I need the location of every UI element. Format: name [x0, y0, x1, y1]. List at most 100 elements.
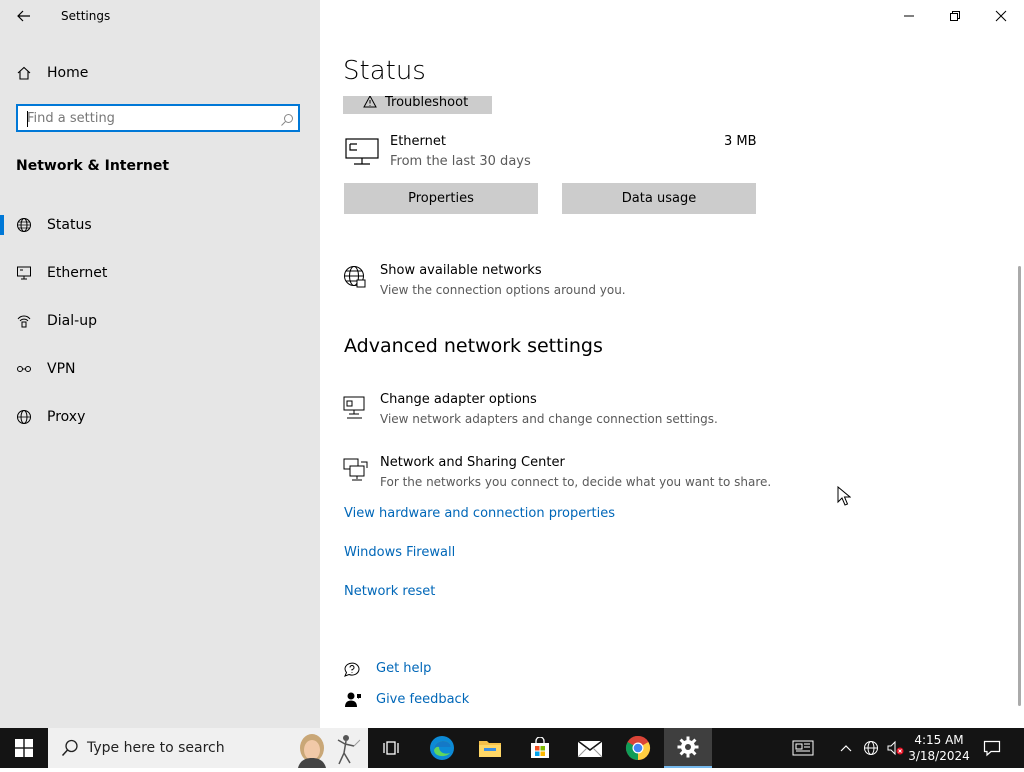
- window-title: Settings: [61, 9, 111, 23]
- mail-envelope-icon: [577, 740, 603, 758]
- clock-time: 4:15 AM: [914, 733, 964, 747]
- ethernet-name: Ethernet: [390, 134, 446, 149]
- view-hardware-link[interactable]: View hardware and connection properties: [344, 506, 615, 521]
- network-reset-link[interactable]: Network reset: [344, 584, 435, 599]
- dialup-icon: [16, 313, 32, 329]
- speaker-muted-icon: [887, 740, 904, 756]
- volume-tray-button[interactable]: [884, 728, 906, 768]
- edge-taskbar-button[interactable]: [420, 728, 464, 768]
- sidebar-item-label: Status: [47, 217, 92, 233]
- network-globe-icon: [343, 265, 367, 293]
- back-button[interactable]: [12, 6, 36, 26]
- get-help-link[interactable]: Get help: [376, 661, 431, 676]
- notification-icon: [983, 740, 1001, 757]
- news-icon: [792, 740, 814, 756]
- globe-icon: [16, 217, 32, 233]
- windows-firewall-link[interactable]: Windows Firewall: [344, 545, 455, 560]
- windows-logo-icon: [15, 739, 33, 757]
- chevron-up-icon: [840, 745, 852, 752]
- file-explorer-taskbar-button[interactable]: [468, 728, 512, 768]
- mouse-cursor-icon: [837, 485, 852, 510]
- properties-label: Properties: [408, 191, 474, 206]
- page-title: Status: [343, 56, 426, 86]
- chrome-taskbar-button[interactable]: [616, 728, 660, 768]
- ethernet-icon: [345, 136, 379, 170]
- store-bag-icon: [531, 737, 549, 758]
- change-adapter-subtitle: View network adapters and change connect…: [380, 412, 718, 426]
- taskbar-search-box[interactable]: Type here to search: [48, 728, 368, 768]
- find-setting-search[interactable]: [16, 104, 300, 132]
- network-globe-tray-icon: [864, 741, 878, 755]
- home-nav-item[interactable]: Home: [0, 53, 320, 93]
- advanced-settings-heading: Advanced network settings: [344, 335, 603, 357]
- sidebar-item-vpn[interactable]: VPN: [0, 349, 320, 389]
- restore-button[interactable]: [932, 0, 978, 32]
- data-usage-label: Data usage: [621, 191, 697, 206]
- change-adapter-title: Change adapter options: [380, 392, 537, 407]
- ethernet-icon: [16, 265, 32, 281]
- sidebar-item-label: Dial-up: [47, 313, 97, 329]
- sidebar-item-status[interactable]: Status: [0, 205, 320, 245]
- task-view-icon: [383, 741, 399, 755]
- troubleshoot-label: Troubleshoot: [385, 96, 469, 110]
- adapter-monitor-icon: [343, 395, 367, 423]
- gear-icon: [677, 736, 699, 758]
- minimize-button[interactable]: [886, 0, 932, 32]
- start-button[interactable]: [0, 728, 48, 768]
- chrome-browser-icon: [625, 735, 651, 760]
- minimize-icon: [904, 15, 914, 17]
- edge-browser-icon: [430, 736, 454, 760]
- mail-taskbar-button[interactable]: [568, 728, 612, 768]
- properties-button[interactable]: Properties: [344, 183, 538, 214]
- news-widget-button[interactable]: [786, 728, 820, 768]
- search-highlight-illustration: [294, 728, 366, 768]
- clock-date: 3/18/2024: [908, 749, 970, 763]
- search-icon[interactable]: [280, 112, 294, 131]
- feedback-person-icon: [344, 691, 362, 713]
- sharing-center-subtitle: For the networks you connect to, decide …: [380, 475, 772, 489]
- vpn-icon: [16, 361, 32, 377]
- sharing-center-icon: [343, 458, 369, 486]
- main-scrollbar[interactable]: [1018, 266, 1021, 706]
- search-icon: [61, 739, 79, 757]
- sidebar-item-label: Ethernet: [47, 265, 108, 281]
- store-taskbar-button[interactable]: [518, 728, 562, 768]
- show-available-networks-item[interactable]: Show available networks View the connect…: [343, 263, 783, 300]
- action-center-button[interactable]: [976, 728, 1008, 768]
- back-arrow-icon: [17, 10, 30, 22]
- show-networks-subtitle: View the connection options around you.: [380, 283, 626, 297]
- troubleshoot-button[interactable]: Troubleshoot: [343, 96, 492, 114]
- folder-icon: [479, 741, 501, 757]
- globe-icon: [16, 409, 32, 425]
- restore-icon: [950, 11, 960, 21]
- task-view-button[interactable]: [370, 728, 414, 768]
- sidebar: Settings Home Network & Internet Status …: [0, 0, 320, 728]
- find-setting-input[interactable]: [27, 110, 267, 126]
- taskbar: Type here to search 4:15 AM 3/18/2024: [0, 728, 1024, 768]
- sharing-center-title: Network and Sharing Center: [380, 455, 565, 470]
- home-icon: [16, 65, 32, 81]
- give-feedback-link[interactable]: Give feedback: [376, 692, 469, 707]
- main-content: Status Troubleshoot Ethernet From the la…: [320, 0, 1024, 728]
- section-title: Network & Internet: [16, 158, 170, 174]
- ethernet-subtitle: From the last 30 days: [390, 154, 531, 169]
- network-sharing-center-item[interactable]: Network and Sharing Center For the netwo…: [343, 455, 803, 492]
- close-icon: [995, 10, 1007, 22]
- sidebar-item-label: VPN: [47, 361, 76, 377]
- text-caret: [27, 111, 28, 127]
- clock-button[interactable]: 4:15 AM 3/18/2024: [908, 728, 970, 768]
- sidebar-item-label: Proxy: [47, 409, 86, 425]
- change-adapter-options-item[interactable]: Change adapter options View network adap…: [343, 392, 783, 429]
- taskbar-search-placeholder: Type here to search: [87, 740, 225, 756]
- data-usage-button[interactable]: Data usage: [562, 183, 756, 214]
- home-label: Home: [47, 65, 89, 81]
- network-tray-button[interactable]: [860, 728, 882, 768]
- settings-taskbar-button[interactable]: [664, 728, 712, 768]
- sidebar-item-dialup[interactable]: Dial-up: [0, 301, 320, 341]
- close-button[interactable]: [978, 0, 1024, 32]
- help-chat-icon: [343, 660, 361, 682]
- warning-icon: [363, 96, 377, 108]
- sidebar-item-ethernet[interactable]: Ethernet: [0, 253, 320, 293]
- sidebar-item-proxy[interactable]: Proxy: [0, 397, 320, 437]
- show-hidden-icons-button[interactable]: [836, 728, 856, 768]
